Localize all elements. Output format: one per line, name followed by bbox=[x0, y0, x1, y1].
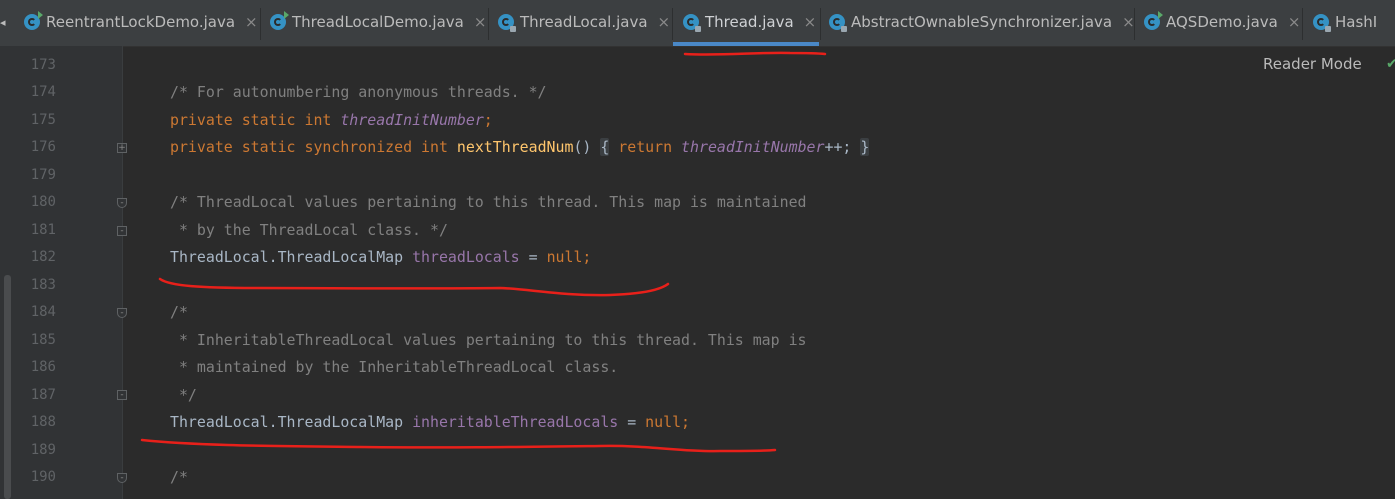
tab-scroll-left-icon[interactable]: ◂ bbox=[0, 17, 10, 28]
tab-threadlocal[interactable]: ThreadLocal.java × bbox=[498, 12, 670, 46]
underline-inheritablethreadlocals-annotation bbox=[140, 438, 777, 453]
operator: = bbox=[618, 413, 646, 431]
type-name: ThreadLocal.ThreadLocalMap bbox=[170, 413, 413, 431]
line-number[interactable]: 187 bbox=[14, 385, 56, 405]
tab-label: HashI bbox=[1335, 13, 1378, 31]
java-class-run-icon bbox=[24, 11, 43, 30]
operator: = bbox=[519, 248, 547, 266]
code-line-190[interactable]: /* bbox=[170, 467, 188, 487]
gutter-divider bbox=[122, 46, 123, 499]
java-class-run-icon bbox=[1144, 11, 1163, 30]
method-name: nextThreadNum bbox=[456, 138, 574, 156]
line-number[interactable]: 176 bbox=[14, 137, 56, 157]
tab-label: AQSDemo.java bbox=[1166, 13, 1278, 31]
code-line-176[interactable]: private static synchronized int nextThre… bbox=[170, 137, 870, 157]
line-number[interactable]: 174 bbox=[14, 82, 56, 102]
code-line-188[interactable]: ThreadLocal.ThreadLocalMap inheritableTh… bbox=[170, 412, 690, 432]
java-class-run-icon bbox=[270, 11, 289, 30]
fold-expand-icon[interactable]: + bbox=[117, 143, 127, 153]
fold-collapse-icon[interactable]: - bbox=[117, 198, 127, 208]
folded-brace-open: { bbox=[600, 138, 610, 156]
static-field: threadInitNumber bbox=[681, 138, 825, 156]
null-literal: null; bbox=[546, 248, 592, 266]
java-class-locked-icon bbox=[498, 14, 516, 32]
close-icon[interactable]: × bbox=[245, 12, 258, 32]
close-icon[interactable]: × bbox=[1288, 12, 1301, 32]
code-line-184[interactable]: /* bbox=[170, 302, 188, 322]
tab-thread[interactable]: Thread.java × bbox=[683, 12, 816, 46]
tab-divider bbox=[488, 8, 489, 40]
line-number[interactable]: 179 bbox=[14, 165, 56, 185]
line-number[interactable]: 180 bbox=[14, 192, 56, 212]
java-class-locked-icon bbox=[683, 14, 701, 32]
field-name: inheritableThreadLocals bbox=[412, 413, 619, 431]
code-line-181[interactable]: * by the ThreadLocal class. */ bbox=[170, 220, 448, 240]
null-literal: null; bbox=[645, 413, 690, 431]
field-name: threadLocals bbox=[412, 248, 520, 266]
java-class-locked-icon bbox=[1313, 14, 1331, 32]
java-class-locked-icon bbox=[829, 14, 847, 32]
tab-reentrantlockdemo[interactable]: ReentrantLockDemo.java × bbox=[24, 11, 258, 46]
tab-divider bbox=[672, 8, 673, 40]
line-number[interactable]: 185 bbox=[14, 330, 56, 350]
close-icon[interactable]: × bbox=[804, 12, 817, 32]
inspection-ok-icon[interactable]: ✔ bbox=[1386, 56, 1395, 72]
code-line-185[interactable]: * InheritableThreadLocal values pertaini… bbox=[170, 330, 807, 350]
tab-abstractownablesynchronizer[interactable]: AbstractOwnableSynchronizer.java × bbox=[829, 12, 1135, 46]
line-number[interactable]: 173 bbox=[14, 55, 56, 75]
tab-label: ThreadLocal.java bbox=[520, 13, 648, 31]
line-number[interactable]: 189 bbox=[14, 440, 56, 460]
code-line-186[interactable]: * maintained by the InheritableThreadLoc… bbox=[170, 357, 618, 377]
parens: () bbox=[573, 138, 601, 156]
static-field: threadInitNumber bbox=[340, 111, 484, 129]
tab-hashmap[interactable]: HashI bbox=[1313, 12, 1377, 46]
tab-divider bbox=[820, 8, 821, 40]
keyword: private static int bbox=[170, 111, 341, 129]
reader-mode-button[interactable]: Reader Mode bbox=[1263, 55, 1362, 73]
keyword: return bbox=[609, 138, 682, 156]
tab-divider bbox=[1302, 8, 1303, 40]
tab-divider bbox=[1134, 8, 1135, 40]
tab-aqsdemo[interactable]: AQSDemo.java × bbox=[1144, 11, 1301, 46]
fold-collapse-icon[interactable]: - bbox=[117, 473, 127, 483]
close-icon[interactable]: × bbox=[474, 12, 487, 32]
operator: ++; bbox=[824, 138, 861, 156]
fold-end-icon[interactable]: - bbox=[117, 390, 127, 400]
underline-threadlocals-annotation bbox=[158, 277, 670, 297]
line-number[interactable]: 190 bbox=[14, 467, 56, 487]
line-number[interactable]: 188 bbox=[14, 412, 56, 432]
tab-label: AbstractOwnableSynchronizer.java bbox=[851, 13, 1113, 31]
line-number[interactable]: 182 bbox=[14, 247, 56, 267]
type-name: ThreadLocal.ThreadLocalMap bbox=[170, 248, 413, 266]
left-scroll-thumb[interactable] bbox=[4, 275, 11, 499]
close-icon[interactable]: × bbox=[658, 12, 671, 32]
editor-tab-bar: ◂ ReentrantLockDemo.java × ThreadLocalDe… bbox=[0, 0, 1395, 47]
fold-end-icon[interactable]: - bbox=[117, 226, 127, 236]
line-number[interactable]: 175 bbox=[14, 110, 56, 130]
tab-threadlocaldemo[interactable]: ThreadLocalDemo.java × bbox=[270, 11, 487, 46]
line-number[interactable]: 183 bbox=[14, 275, 56, 295]
code-line-175[interactable]: private static int threadInitNumber; bbox=[170, 110, 493, 130]
line-number[interactable]: 184 bbox=[14, 302, 56, 322]
semicolon: ; bbox=[483, 111, 493, 129]
code-line-174[interactable]: /* For autonumbering anonymous threads. … bbox=[170, 82, 547, 102]
underline-thread-tab-annotation bbox=[683, 51, 827, 56]
tab-label: Thread.java bbox=[705, 13, 794, 31]
line-number[interactable]: 181 bbox=[14, 220, 56, 240]
tab-label: ThreadLocalDemo.java bbox=[292, 13, 464, 31]
close-icon[interactable]: × bbox=[1122, 12, 1135, 32]
code-line-187[interactable]: */ bbox=[170, 385, 197, 405]
active-tab-indicator bbox=[673, 42, 819, 46]
folded-brace-close: } bbox=[860, 138, 870, 156]
code-line-182[interactable]: ThreadLocal.ThreadLocalMap threadLocals … bbox=[170, 247, 591, 267]
tab-divider bbox=[260, 8, 261, 40]
fold-collapse-icon[interactable]: - bbox=[117, 308, 127, 318]
line-number[interactable]: 186 bbox=[14, 357, 56, 377]
code-line-180[interactable]: /* ThreadLocal values pertaining to this… bbox=[170, 192, 807, 212]
keyword: private static synchronized int bbox=[170, 138, 457, 156]
tab-label: ReentrantLockDemo.java bbox=[46, 13, 236, 31]
